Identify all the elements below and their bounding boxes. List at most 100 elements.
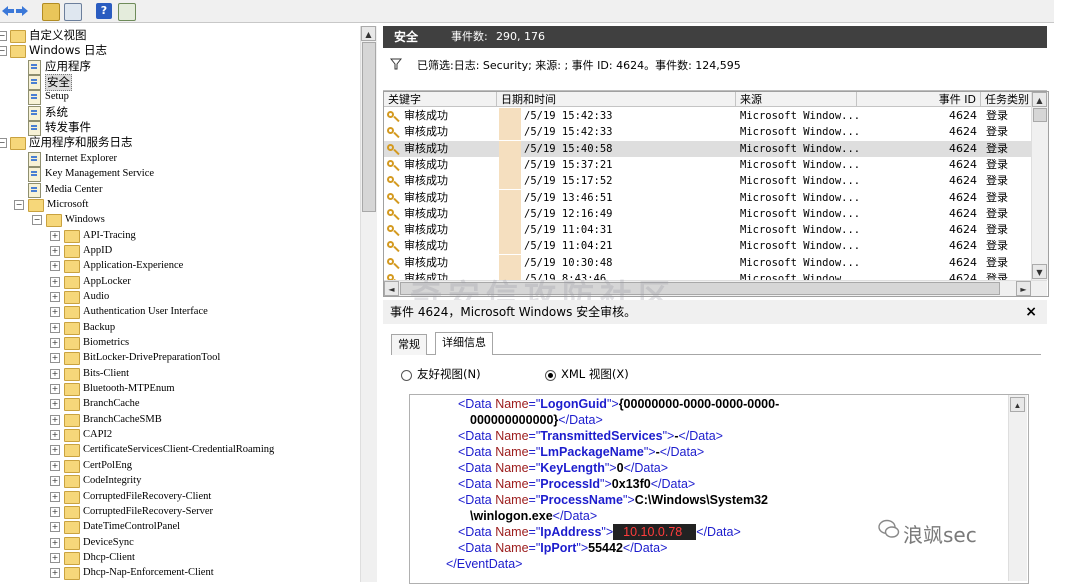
tree-node[interactable]: 安全 [0,74,360,92]
forward-arrow-icon[interactable] [16,6,28,16]
expand-toggle-icon[interactable]: + [50,384,60,395]
event-row[interactable]: 审核成功/5/19 11:04:31 Microsoft Window... 462… [384,222,1032,239]
tree-node[interactable]: − Microsoft [0,197,360,212]
expand-toggle-icon[interactable]: − [0,31,7,41]
expand-toggle-icon[interactable]: + [50,476,60,487]
expand-toggle-icon[interactable]: + [50,276,60,287]
xml-viewer[interactable]: <Data Name="LogonGuid">{00000000-0000-00… [409,394,1029,584]
xml-view-label[interactable]: XML 视图(X) [561,366,629,382]
expand-toggle-icon[interactable]: + [50,307,60,318]
tree-node[interactable]: − Windows [0,212,360,228]
column-header-source[interactable]: 来源 [736,92,857,107]
tree-node[interactable]: Key Management Service [0,166,360,183]
tree-node[interactable]: + Bits-Client [0,366,360,381]
scroll-thumb[interactable] [362,42,376,212]
expand-toggle-icon[interactable]: + [50,322,60,333]
expand-toggle-icon[interactable]: + [50,338,60,348]
tree-node[interactable]: − 自定义视图 [0,28,360,43]
expand-toggle-icon[interactable]: − [0,46,7,57]
help-icon[interactable]: ? [96,3,112,19]
expand-toggle-icon[interactable]: + [50,568,60,579]
scroll-up-icon[interactable]: ▲ [361,26,376,41]
xml-view-radio[interactable] [545,370,556,381]
tree-node[interactable]: − 应用程序和服务日志 [0,135,360,151]
tree-node[interactable]: + BitLocker-DrivePreparationTool [0,350,360,366]
tree-node[interactable]: + Dhcp-Nap-Enforcement-Client [0,565,360,581]
tree-node[interactable]: Media Center [0,182,360,198]
tree-node[interactable]: + AppID [0,243,360,258]
scroll-up-icon[interactable]: ▲ [1010,397,1025,412]
expand-toggle-icon[interactable]: + [50,291,60,302]
tree-node[interactable]: + Bluetooth-MTPEnum [0,381,360,397]
tree-node[interactable]: Internet Explorer [0,151,360,167]
tab-details[interactable]: 详细信息 [435,332,493,355]
expand-toggle-icon[interactable]: + [50,399,60,410]
properties-icon[interactable] [64,3,82,21]
expand-toggle-icon[interactable]: + [50,230,60,241]
expand-toggle-icon[interactable]: + [50,460,60,471]
expand-toggle-icon[interactable]: + [50,522,60,533]
expand-toggle-icon[interactable]: + [50,353,60,364]
tree-node[interactable]: + Application-Experience [0,258,360,274]
tree-node[interactable]: − Windows 日志 [0,43,360,59]
expand-toggle-icon[interactable]: + [50,430,60,441]
scroll-left-icon[interactable]: ◄ [384,281,399,296]
tree-node[interactable]: + Biometrics [0,335,360,350]
event-row[interactable]: 审核成功/5/19 15:17:52 Microsoft Window... 462… [384,173,1032,190]
event-row[interactable]: 审核成功/5/19 15:40:58 Microsoft Window... 462… [384,140,1032,157]
friendly-view-label[interactable]: 友好视图(N) [417,366,481,382]
tree-node[interactable]: + Audio [0,289,360,304]
column-header-keyword[interactable]: 关键字 [384,92,497,107]
expand-toggle-icon[interactable]: + [50,245,60,256]
tree-node[interactable]: + Dhcp-Client [0,550,360,565]
tree-node[interactable]: + BranchCache [0,396,360,412]
expand-toggle-icon[interactable]: + [50,491,60,502]
expand-toggle-icon[interactable]: − [32,215,42,226]
expand-toggle-icon[interactable]: + [50,368,60,379]
tree-node[interactable]: + Authentication User Interface [0,304,360,320]
tree-node[interactable]: + DeviceSync [0,535,360,550]
expand-toggle-icon[interactable]: − [14,199,24,210]
event-row[interactable]: 审核成功/5/19 15:42:33 Microsoft Window... 462… [384,124,1032,141]
expand-toggle-icon[interactable]: + [50,537,60,548]
tree-node[interactable]: + Backup [0,320,360,335]
expand-toggle-icon[interactable]: + [50,445,60,456]
tree-node[interactable]: + DateTimeControlPanel [0,519,360,535]
expand-toggle-icon[interactable]: + [50,552,60,563]
scroll-thumb[interactable] [1033,108,1047,122]
back-arrow-icon[interactable] [2,6,14,16]
expand-toggle-icon[interactable]: + [50,414,60,425]
column-header-datetime[interactable]: 日期和时间 [497,92,736,107]
tree-node[interactable]: 系统 [0,105,360,121]
folder-up-icon[interactable] [42,3,60,21]
expand-toggle-icon[interactable]: + [50,506,60,517]
scroll-down-icon[interactable]: ▼ [1032,264,1047,279]
event-row[interactable]: 审核成功/5/19 12:16:49 Microsoft Window... 462… [384,205,1032,222]
tree-node[interactable]: + API-Tracing [0,228,360,243]
tree-node[interactable]: + BranchCacheSMB [0,412,360,427]
event-row[interactable]: 审核成功/5/19 15:37:21 Microsoft Window... 462… [384,156,1032,173]
event-row[interactable]: 审核成功/5/19 10:30:48 Microsoft Window... 462… [384,254,1032,271]
scroll-up-icon[interactable]: ▲ [1032,92,1047,107]
tree-node[interactable]: 转发事件 [0,120,360,137]
tree-node[interactable]: + CorruptedFileRecovery-Server [0,504,360,519]
console-tree-icon[interactable] [118,3,136,21]
table-scrollbar[interactable]: ▲ ▼ [1031,92,1048,280]
close-icon[interactable]: × [1025,300,1037,324]
tree-node[interactable]: Setup [0,89,360,106]
friendly-view-radio[interactable] [401,370,412,381]
tree-node[interactable]: 应用程序 [0,59,360,75]
xml-scrollbar[interactable]: ▲ [1008,395,1027,581]
scroll-right-icon[interactable]: ► [1016,281,1031,296]
event-row[interactable]: 审核成功/5/19 13:46:51 Microsoft Window... 462… [384,189,1032,206]
tree-node[interactable]: + CorruptedFileRecovery-Client [0,489,360,504]
tree-node[interactable]: + CodeIntegrity [0,473,360,489]
column-header-event-id[interactable]: 事件 ID [857,92,981,107]
expand-toggle-icon[interactable]: − [0,138,7,149]
tree-node[interactable]: + CertificateServicesClient-CredentialRoa… [0,442,360,458]
event-row[interactable]: 审核成功/5/19 11:04:21 Microsoft Window... 462… [384,238,1032,255]
tree-node[interactable]: + AppLocker [0,274,360,289]
tree-node[interactable]: + CertPolEng [0,458,360,473]
tab-general[interactable]: 常规 [391,334,427,355]
tree-node[interactable]: + CAPI2 [0,427,360,443]
